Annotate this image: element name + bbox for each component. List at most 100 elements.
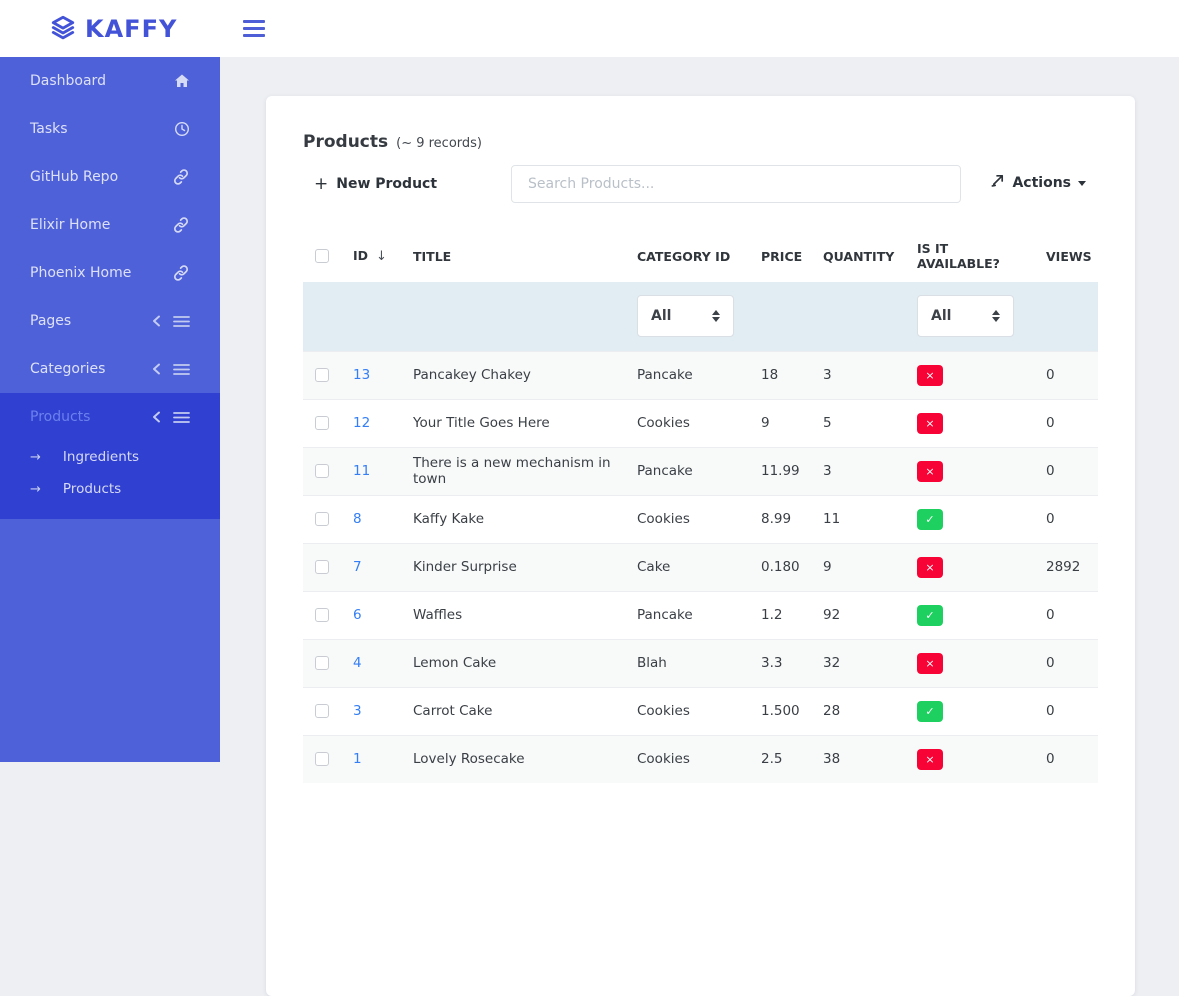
sidebar-item-label: Tasks <box>30 121 68 137</box>
row-checkbox[interactable] <box>315 560 329 574</box>
sidebar-item-categories[interactable]: Categories <box>0 345 220 393</box>
new-product-label: New Product <box>336 176 437 192</box>
arrow-right-icon: → <box>30 482 41 497</box>
cell-title: Waffles <box>401 591 625 639</box>
card-title-row: Products (~ 9 records) <box>303 132 1098 152</box>
hamburger-icon[interactable] <box>243 18 265 38</box>
cell-category: Cookies <box>625 687 749 735</box>
link-icon <box>172 168 190 186</box>
cell-title: There is a new mechanism in town <box>401 447 625 495</box>
column-header-id[interactable]: ID↓ <box>341 232 401 282</box>
column-header-category-id[interactable]: CATEGORY ID <box>625 232 749 282</box>
sidebar: Dashboard Tasks GitHub Repo Elixir Home Phoe… <box>0 57 220 762</box>
bars-icon[interactable] <box>173 411 190 424</box>
column-header-available[interactable]: IS IT AVAILABLE? <box>905 232 1034 282</box>
sidebar-subitem-products[interactable]: → Products <box>0 473 220 505</box>
sidebar-item-elixir-home[interactable]: Elixir Home <box>0 201 220 249</box>
actions-label: Actions <box>1012 175 1071 191</box>
row-id-link[interactable]: 13 <box>353 367 370 383</box>
chevron-left-icon[interactable] <box>152 315 161 327</box>
arrow-down-icon[interactable]: ↓ <box>376 249 387 264</box>
cell-quantity: 38 <box>811 735 905 783</box>
row-id-link[interactable]: 6 <box>353 607 362 623</box>
row-id-link[interactable]: 4 <box>353 655 362 671</box>
link-icon <box>172 264 190 282</box>
row-id-link[interactable]: 7 <box>353 559 362 575</box>
cell-title: Your Title Goes Here <box>401 399 625 447</box>
row-id-link[interactable]: 12 <box>353 415 370 431</box>
cell-quantity: 9 <box>811 543 905 591</box>
sidebar-subitem-label: Products <box>63 481 121 497</box>
cell-price: 9 <box>749 399 811 447</box>
chevron-left-icon[interactable] <box>152 411 161 423</box>
row-checkbox[interactable] <box>315 704 329 718</box>
cell-quantity: 28 <box>811 687 905 735</box>
topbar: KAFFY <box>0 0 1179 57</box>
available-no-badge: × <box>917 749 943 770</box>
sidebar-section-products: Products →Ingredients → Products <box>0 393 220 519</box>
select-arrows-icon <box>992 310 1000 322</box>
sidebar-item-tasks[interactable]: Tasks <box>0 105 220 153</box>
available-filter-select[interactable]: All <box>917 295 1014 337</box>
available-no-badge: × <box>917 557 943 578</box>
cell-category: Blah <box>625 639 749 687</box>
sidebar-item-dashboard[interactable]: Dashboard <box>0 57 220 105</box>
row-checkbox[interactable] <box>315 608 329 622</box>
sidebar-subitem-ingredients[interactable]: →Ingredients <box>0 441 220 473</box>
column-header-quantity[interactable]: QUANTITY <box>811 232 905 282</box>
products-card: Products (~ 9 records) + New Product Act… <box>266 96 1135 996</box>
sidebar-item-github-repo[interactable]: GitHub Repo <box>0 153 220 201</box>
filter-row: All All <box>303 282 1098 351</box>
cell-title: Kinder Surprise <box>401 543 625 591</box>
cell-views: 2892 <box>1034 543 1098 591</box>
category-filter-value: All <box>651 308 671 324</box>
available-yes-badge: ✓ <box>917 605 943 626</box>
table-row: 11There is a new mechanism in townPancak… <box>303 447 1098 495</box>
sidebar-item-pages[interactable]: Pages <box>0 297 220 345</box>
cell-quantity: 32 <box>811 639 905 687</box>
caret-down-icon <box>1078 181 1086 186</box>
row-checkbox[interactable] <box>315 512 329 526</box>
cell-views: 0 <box>1034 687 1098 735</box>
column-header-price[interactable]: PRICE <box>749 232 811 282</box>
row-checkbox[interactable] <box>315 656 329 670</box>
sidebar-item-products[interactable]: Products <box>0 393 220 441</box>
cell-views: 0 <box>1034 399 1098 447</box>
cell-price: 0.180 <box>749 543 811 591</box>
cell-title: Lemon Cake <box>401 639 625 687</box>
actions-dropdown[interactable]: Actions <box>990 173 1086 192</box>
bars-icon[interactable] <box>173 363 190 376</box>
table-row: 12Your Title Goes HereCookies95×0 <box>303 399 1098 447</box>
app-logo[interactable]: KAFFY <box>50 14 177 44</box>
sidebar-item-label: Elixir Home <box>30 217 110 233</box>
row-checkbox[interactable] <box>315 464 329 478</box>
column-header-title[interactable]: TITLE <box>401 232 625 282</box>
column-header-views[interactable]: VIEWS <box>1034 232 1098 282</box>
row-id-link[interactable]: 8 <box>353 511 362 527</box>
row-id-link[interactable]: 1 <box>353 751 362 767</box>
clock-icon <box>174 121 190 137</box>
cell-quantity: 11 <box>811 495 905 543</box>
row-checkbox[interactable] <box>315 368 329 382</box>
bars-icon[interactable] <box>173 315 190 328</box>
cell-views: 0 <box>1034 447 1098 495</box>
row-id-link[interactable]: 11 <box>353 463 370 479</box>
sidebar-item-phoenix-home[interactable]: Phoenix Home <box>0 249 220 297</box>
select-all-checkbox[interactable] <box>315 249 329 263</box>
cell-category: Cake <box>625 543 749 591</box>
category-filter-select[interactable]: All <box>637 295 734 337</box>
available-no-badge: × <box>917 653 943 674</box>
row-checkbox[interactable] <box>315 416 329 430</box>
sidebar-item-label: Products <box>30 409 90 425</box>
cell-views: 0 <box>1034 591 1098 639</box>
row-checkbox[interactable] <box>315 752 329 766</box>
layers-icon <box>50 14 76 44</box>
cell-quantity: 5 <box>811 399 905 447</box>
cell-price: 8.99 <box>749 495 811 543</box>
records-count: (~ 9 records) <box>396 136 482 151</box>
search-input[interactable] <box>511 165 961 203</box>
plus-icon: + <box>314 174 328 194</box>
row-id-link[interactable]: 3 <box>353 703 362 719</box>
new-product-button[interactable]: + New Product <box>314 174 437 194</box>
chevron-left-icon[interactable] <box>152 363 161 375</box>
